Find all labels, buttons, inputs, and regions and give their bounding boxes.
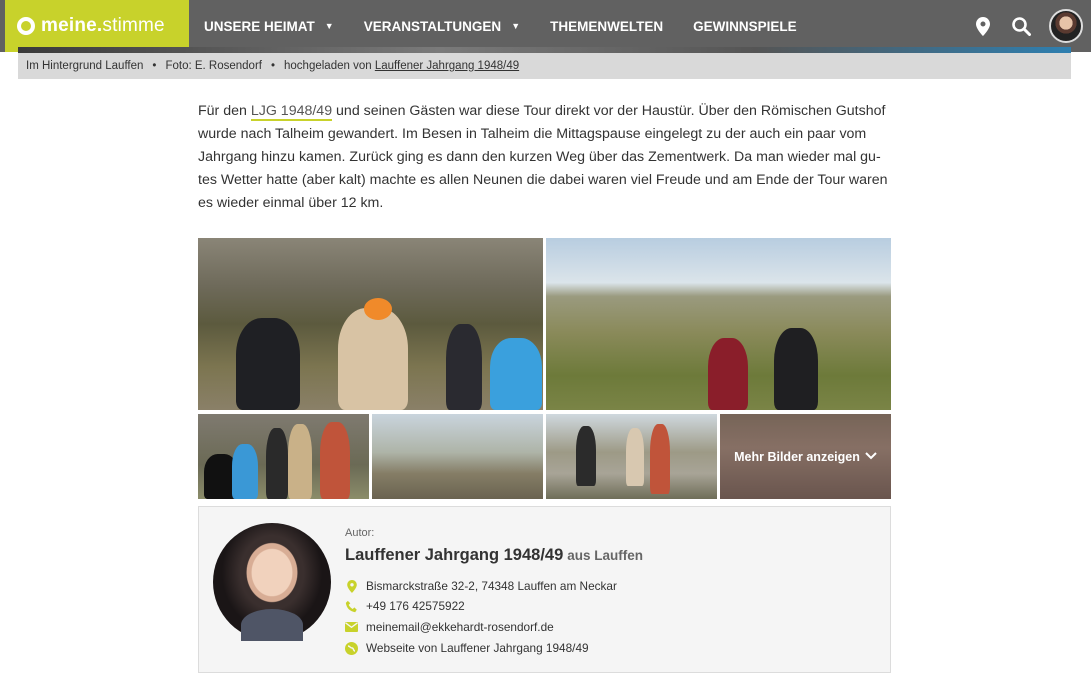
nav-item-label: THEMENWELTEN [550,18,664,34]
author-phone: +49 176 42575922 [345,599,465,613]
article-body: Für den LJG 1948/49 und seinen Gästen wa… [198,100,892,215]
header-icons [973,0,1083,52]
nav-item-label: GEWINNSPIELE [693,18,797,34]
author-card: Autor: Lauffener Jahrgang 1948/49 aus Lau… [198,506,891,673]
author-email: meinemail@ekkehardt-rosendorf.de [345,620,554,634]
more-images-overlay: Mehr Bilder anzeigen [720,414,891,499]
top-navigation-bar: meine.stimme UNSERE HEIMAT ▼ VERANSTALTU… [0,0,1091,52]
author-name-link[interactable]: Lauffener Jahrgang 1948/49 [345,546,563,564]
caption-photo-credit: Foto: E. Rosendorf [165,60,262,72]
nav-item-unsere-heimat[interactable]: UNSERE HEIMAT ▼ [204,19,334,34]
article-text-prefix: Für den [198,103,251,119]
logo-text: meine.stimme [41,15,165,36]
more-images-label: Mehr Bilder anzeigen [734,449,860,464]
gallery-image-2[interactable] [546,238,891,410]
phone-icon [345,600,358,613]
gallery-image-3[interactable] [198,414,369,499]
author-website: Webseite von Lauffener Jahrgang 1948/49 [345,641,589,655]
author-name: Lauffener Jahrgang 1948/49 aus Lauffen [345,546,643,565]
nav-item-themenwelten[interactable]: THEMENWELTEN [550,19,663,34]
nav-item-label: UNSERE HEIMAT [204,18,315,34]
author-phone-text[interactable]: +49 176 42575922 [366,599,465,613]
email-icon [345,621,358,634]
location-pin-icon [345,579,358,593]
author-location: aus Lauffen [567,548,644,563]
caret-down-icon: ▼ [324,21,334,31]
caption-uploader-link[interactable]: Lauffener Jahrgang 1948/49 [375,60,519,72]
location-icon[interactable] [973,16,993,36]
author-address-text: Bismarckstraße 32-2, 74348 Lauffen am Ne… [366,579,617,593]
logo-circle-icon [17,17,35,35]
more-images-button[interactable]: Mehr Bilder anzeigen [720,414,891,499]
author-address: Bismarckstraße 32-2, 74348 Lauffen am Ne… [345,579,617,593]
globe-icon [345,641,358,655]
site-logo[interactable]: meine.stimme [5,0,189,52]
author-website-link[interactable]: Webseite von Lauffener Jahrgang 1948/49 [366,641,589,655]
search-icon[interactable] [1011,16,1031,36]
caret-down-icon: ▼ [511,21,521,31]
gallery-image-1[interactable] [198,238,543,410]
caption-uploaded-prefix: hochgeladen von [284,60,372,72]
separator: • [270,60,276,72]
gallery-image-5[interactable] [546,414,717,499]
image-caption: Im Hintergrund Lauffen • Foto: E. Rosend… [18,53,1071,79]
chevron-down-icon [865,451,877,463]
separator: • [152,60,157,72]
gallery-image-4[interactable] [372,414,543,499]
nav-item-veranstaltungen[interactable]: VERANSTALTUNGEN ▼ [364,19,520,34]
nav-item-gewinnspiele[interactable]: GEWINNSPIELE [693,19,797,34]
main-nav: UNSERE HEIMAT ▼ VERANSTALTUNGEN ▼ THEMEN… [204,0,827,52]
user-avatar[interactable] [1049,9,1083,43]
article-inline-link[interactable]: LJG 1948/49 [250,103,333,121]
nav-item-label: VERANSTALTUNGEN [363,18,502,34]
author-email-text[interactable]: meinemail@ekkehardt-rosendorf.de [366,620,554,634]
caption-background: Im Hintergrund Lauffen [26,60,144,72]
author-avatar[interactable] [213,523,331,641]
author-label: Autor: [345,527,375,539]
image-gallery: Mehr Bilder anzeigen [198,238,891,499]
